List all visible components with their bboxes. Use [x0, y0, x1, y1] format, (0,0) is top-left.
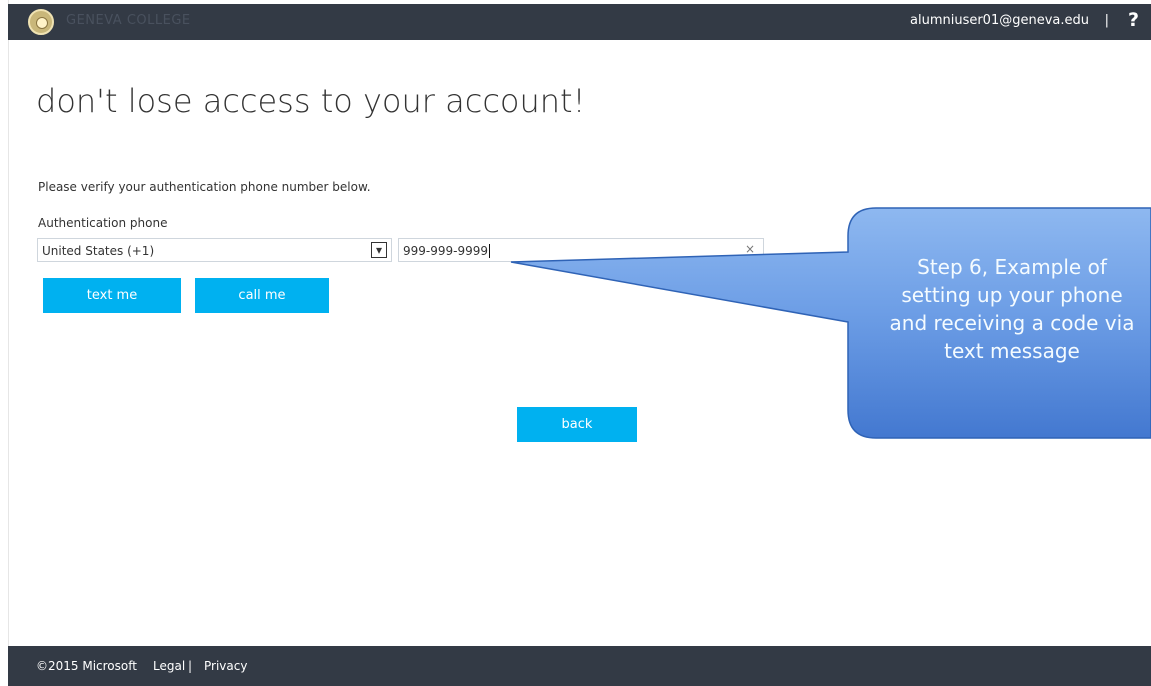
back-button[interactable]: back	[517, 407, 637, 442]
organization-name: GENEVA COLLEGE	[66, 13, 191, 28]
instruction-callout-text: Step 6, Example of setting up your phone…	[862, 253, 1151, 365]
user-email[interactable]: alumniuser01@geneva.edu	[910, 13, 1089, 28]
country-select[interactable]: United States (+1) ▾	[37, 238, 392, 262]
call-me-button[interactable]: call me	[195, 278, 329, 313]
copyright-text: ©2015 Microsoft	[36, 659, 137, 673]
college-seal-icon	[28, 9, 54, 35]
page-title: don't lose access to your account!	[36, 82, 586, 120]
page-edge	[0, 0, 9, 686]
privacy-link[interactable]: Privacy	[204, 659, 247, 673]
page-footer: ©2015 Microsoft Legal | Privacy	[8, 646, 1151, 686]
header-separator: |	[1104, 13, 1109, 28]
help-icon[interactable]: ?	[1128, 9, 1139, 31]
top-navigation-bar: GENEVA COLLEGE alumniuser01@geneva.edu |…	[8, 4, 1151, 40]
callout-line-1: Step 6, Example of	[917, 255, 1107, 279]
text-me-button[interactable]: text me	[43, 278, 181, 313]
callout-line-4: text message	[944, 339, 1080, 363]
callout-line-2: setting up your phone	[901, 283, 1123, 307]
footer-separator: |	[188, 659, 193, 673]
legal-link[interactable]: Legal	[153, 659, 185, 673]
phone-number-value: 999-999-9999	[403, 244, 491, 258]
phone-number-input[interactable]: 999-999-9999 ×	[398, 238, 764, 262]
country-select-value: United States (+1)	[42, 244, 155, 258]
close-icon[interactable]: ×	[745, 242, 755, 256]
instruction-text: Please verify your authentication phone …	[38, 180, 371, 194]
authentication-phone-label: Authentication phone	[38, 216, 168, 230]
chevron-down-icon[interactable]: ▾	[371, 242, 387, 258]
callout-line-3: and receiving a code via	[889, 311, 1135, 335]
